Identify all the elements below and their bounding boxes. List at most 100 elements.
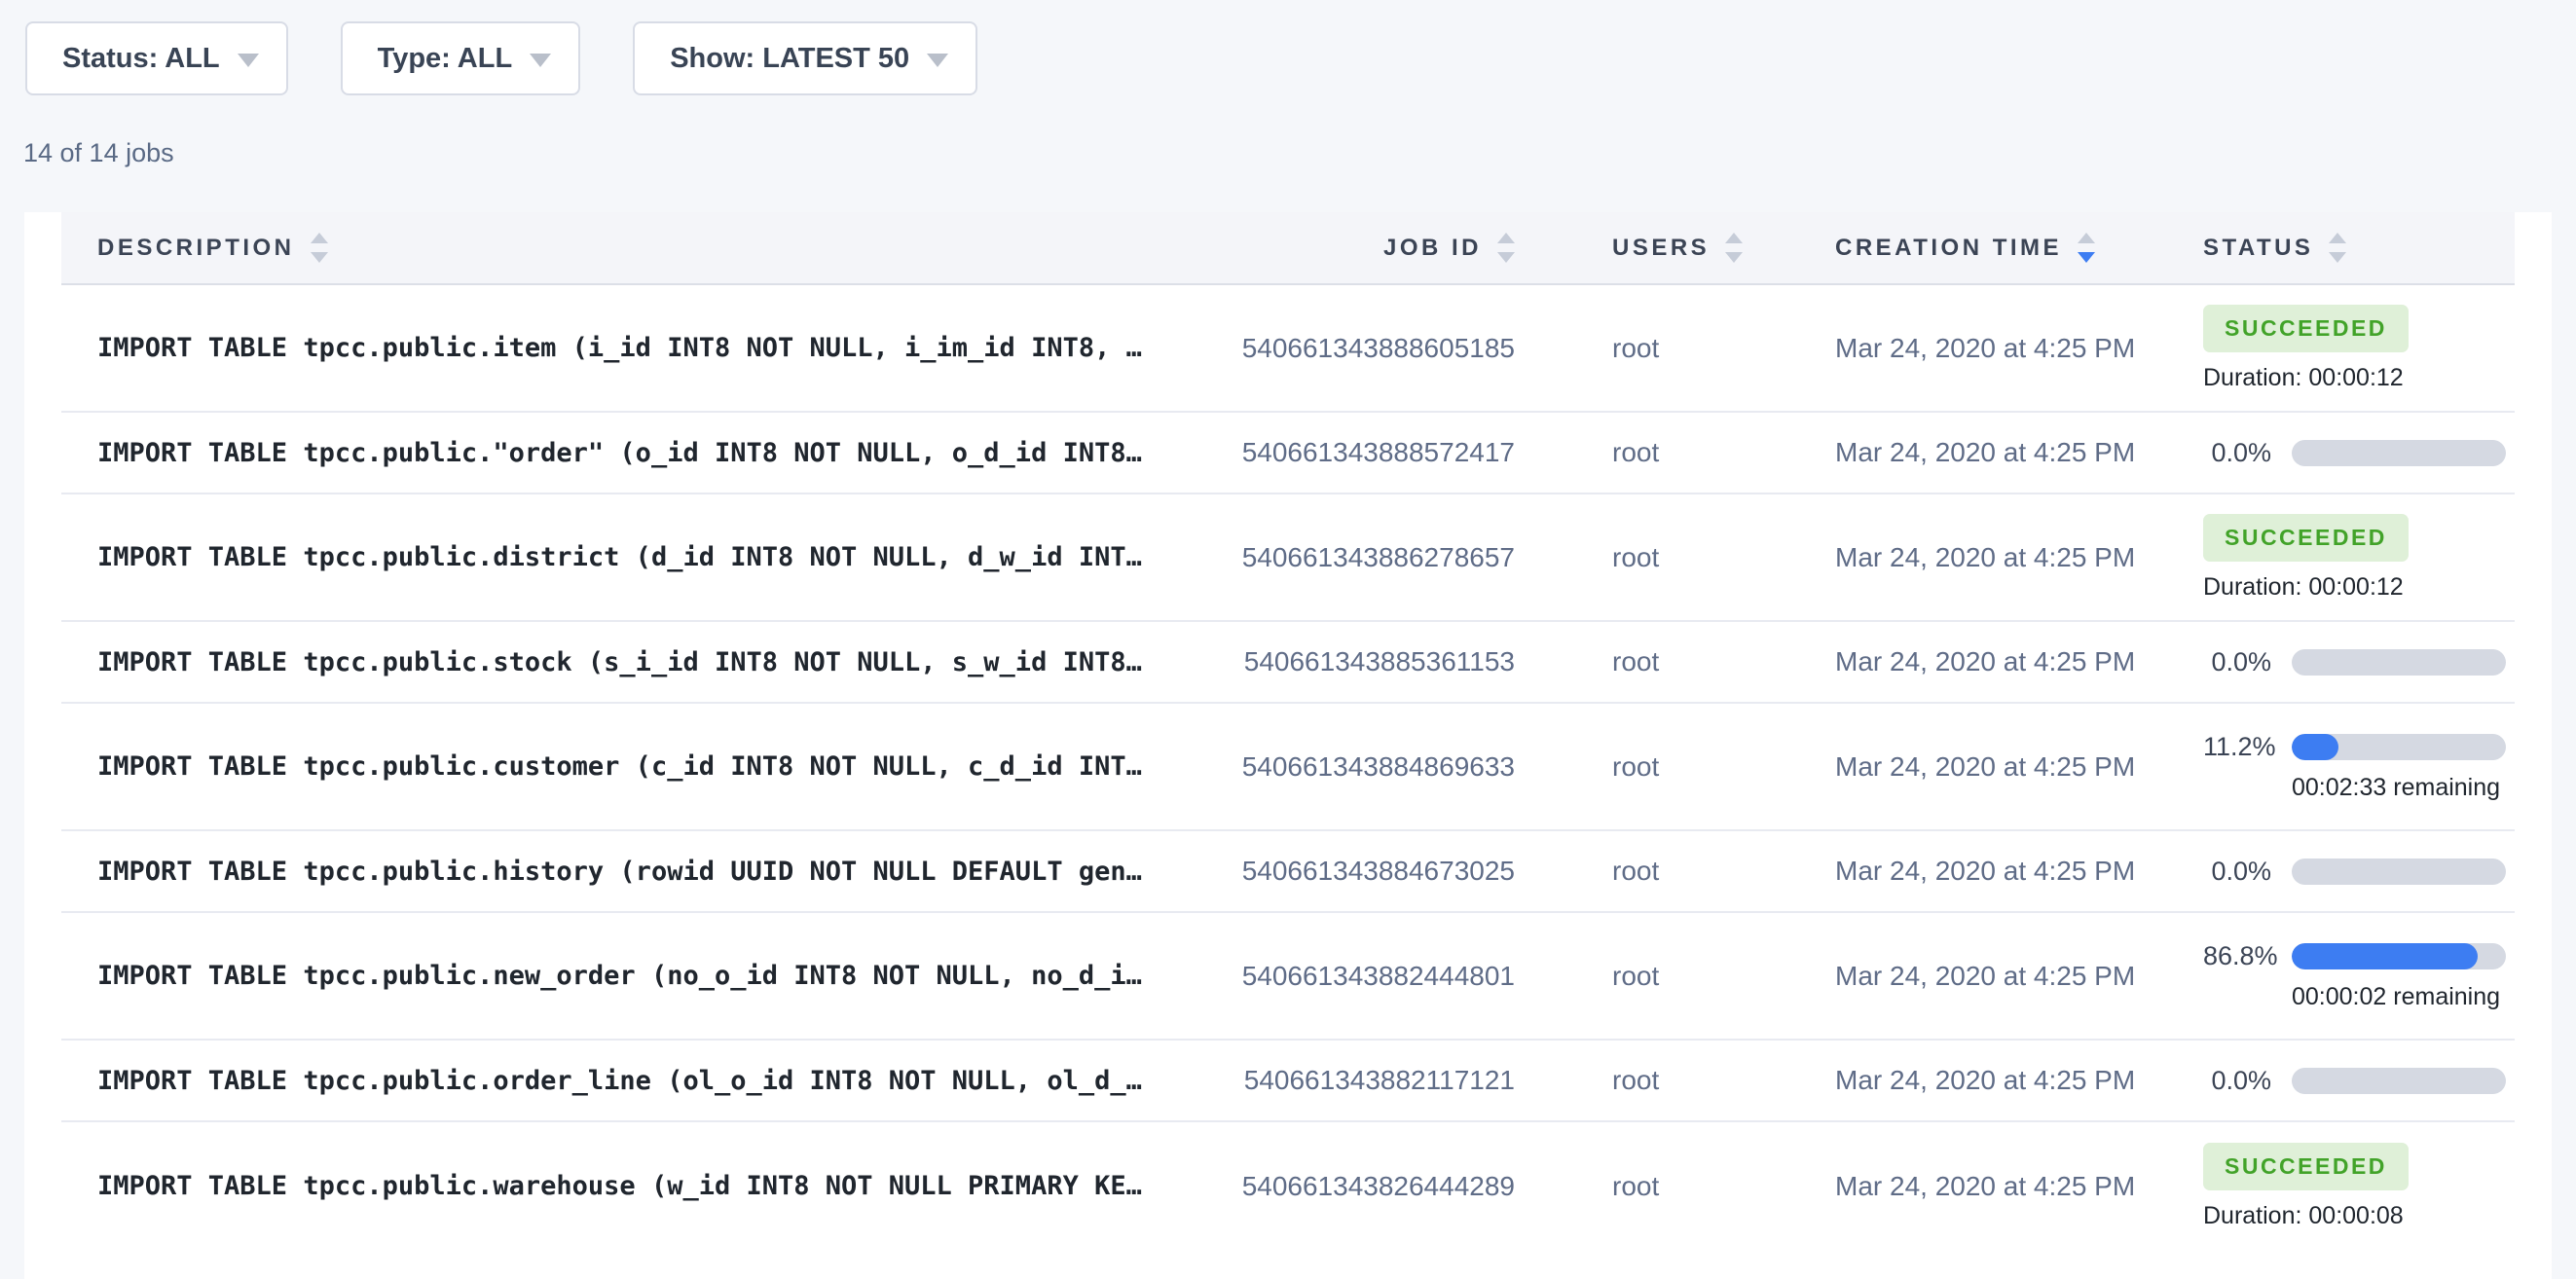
job-creation-time: Mar 24, 2020 at 4:25 PM bbox=[1775, 751, 2153, 783]
job-user: root bbox=[1515, 542, 1775, 573]
progress-bar bbox=[2292, 649, 2506, 676]
status-badge: SUCCEEDED bbox=[2203, 305, 2409, 352]
progress-bar-fill bbox=[2292, 943, 2478, 969]
job-creation-time: Mar 24, 2020 at 4:25 PM bbox=[1775, 333, 2153, 364]
sort-asc-icon bbox=[2329, 233, 2346, 243]
sort-asc-icon bbox=[1725, 233, 1743, 243]
progress-percent: 0.0% bbox=[2203, 1066, 2271, 1096]
filter-bar: Status: ALL Type: ALL Show: LATEST 50 bbox=[0, 0, 2576, 95]
progress-line: 0.0% bbox=[2203, 857, 2515, 887]
job-id: 540661343886278657 bbox=[1171, 542, 1515, 573]
job-status-cell: 0.0% bbox=[2153, 1066, 2515, 1096]
table-row: IMPORT TABLE tpcc.public.district (d_id … bbox=[61, 494, 2515, 622]
job-description: IMPORT TABLE tpcc.public.customer (c_id … bbox=[61, 751, 1171, 782]
column-header-description[interactable]: DESCRIPTION bbox=[61, 233, 1171, 263]
column-header-status[interactable]: STATUS bbox=[2153, 233, 2515, 263]
sort-icons bbox=[2078, 233, 2095, 263]
status-duration: Duration: 00:00:12 bbox=[2203, 364, 2515, 392]
job-description: IMPORT TABLE tpcc.public.history (rowid … bbox=[61, 857, 1171, 887]
status-filter-dropdown[interactable]: Status: ALL bbox=[25, 21, 288, 95]
job-description: IMPORT TABLE tpcc.public.item (i_id INT8… bbox=[61, 333, 1171, 363]
job-user: root bbox=[1515, 333, 1775, 364]
progress-bar bbox=[2292, 1068, 2506, 1094]
table-row: IMPORT TABLE tpcc.public.warehouse (w_id… bbox=[61, 1122, 2515, 1250]
column-header-users[interactable]: USERS bbox=[1515, 233, 1775, 263]
job-status-cell: 0.0% bbox=[2153, 857, 2515, 887]
job-user: root bbox=[1515, 1065, 1775, 1096]
progress-percent: 0.0% bbox=[2203, 647, 2271, 677]
status-duration: Duration: 00:00:08 bbox=[2203, 1202, 2515, 1230]
sort-icons bbox=[2329, 233, 2346, 263]
job-id: 540661343888572417 bbox=[1171, 437, 1515, 468]
jobs-table: DESCRIPTION JOB ID USERS bbox=[61, 212, 2515, 1250]
column-label: CREATION TIME bbox=[1835, 235, 2062, 262]
table-row: IMPORT TABLE tpcc.public.customer (c_id … bbox=[61, 704, 2515, 831]
status-filter-label: Status: ALL bbox=[62, 43, 220, 75]
job-status-cell: 0.0% bbox=[2153, 647, 2515, 677]
job-id: 540661343826444289 bbox=[1171, 1171, 1515, 1202]
column-header-job-id[interactable]: JOB ID bbox=[1171, 233, 1515, 263]
job-status-cell: SUCCEEDED Duration: 00:00:12 bbox=[2153, 305, 2515, 392]
time-remaining: 00:00:02 remaining bbox=[2292, 983, 2515, 1011]
progress-line: 0.0% bbox=[2203, 1066, 2515, 1096]
table-row: IMPORT TABLE tpcc.public.new_order (no_o… bbox=[61, 913, 2515, 1041]
table-row: IMPORT TABLE tpcc.public.history (rowid … bbox=[61, 831, 2515, 913]
type-filter-label: Type: ALL bbox=[378, 43, 513, 75]
column-label: USERS bbox=[1612, 235, 1710, 262]
job-status-cell: SUCCEEDEDDuration: 00:00:08 bbox=[2153, 1143, 2515, 1230]
column-label: JOB ID bbox=[1383, 235, 1482, 262]
table-body: IMPORT TABLE tpcc.public.item (i_id INT8… bbox=[61, 285, 2515, 1250]
sort-desc-icon bbox=[2329, 252, 2346, 263]
job-creation-time: Mar 24, 2020 at 4:25 PM bbox=[1775, 437, 2153, 468]
chevron-down-icon bbox=[238, 54, 259, 67]
job-creation-time: Mar 24, 2020 at 4:25 PM bbox=[1775, 542, 2153, 573]
column-header-creation-time[interactable]: CREATION TIME bbox=[1775, 233, 2153, 263]
status-duration: Duration: 00:00:12 bbox=[2203, 573, 2515, 602]
jobs-table-panel: DESCRIPTION JOB ID USERS bbox=[24, 212, 2552, 1279]
job-id: 540661343882117121 bbox=[1171, 1065, 1515, 1096]
progress-bar-fill bbox=[2292, 734, 2338, 760]
job-id: 540661343888605185 bbox=[1171, 333, 1515, 364]
job-creation-time: Mar 24, 2020 at 4:25 PM bbox=[1775, 1065, 2153, 1096]
job-id: 540661343884673025 bbox=[1171, 856, 1515, 887]
job-creation-time: Mar 24, 2020 at 4:25 PM bbox=[1775, 646, 2153, 677]
sort-desc-icon bbox=[1725, 252, 1743, 263]
progress-bar bbox=[2292, 440, 2506, 466]
show-filter-label: Show: LATEST 50 bbox=[670, 43, 909, 75]
table-row: IMPORT TABLE tpcc.public.stock (s_i_id I… bbox=[61, 622, 2515, 704]
job-id: 540661343884869633 bbox=[1171, 751, 1515, 783]
progress-line: 86.8% bbox=[2203, 941, 2515, 971]
jobs-count: 14 of 14 jobs bbox=[23, 138, 2576, 168]
show-filter-dropdown[interactable]: Show: LATEST 50 bbox=[633, 21, 977, 95]
job-user: root bbox=[1515, 751, 1775, 783]
chevron-down-icon bbox=[530, 54, 551, 67]
sort-icons bbox=[311, 233, 328, 263]
job-status-cell: 11.2% 00:02:33 remaining bbox=[2153, 732, 2515, 802]
progress-line: 11.2% bbox=[2203, 732, 2515, 762]
progress-percent: 0.0% bbox=[2203, 857, 2271, 887]
job-creation-time: Mar 24, 2020 at 4:25 PM bbox=[1775, 1171, 2153, 1202]
status-badge: SUCCEEDED bbox=[2203, 514, 2409, 562]
sort-desc-icon bbox=[311, 252, 328, 263]
sort-icons bbox=[1497, 233, 1515, 263]
progress-line: 0.0% bbox=[2203, 647, 2515, 677]
type-filter-dropdown[interactable]: Type: ALL bbox=[341, 21, 581, 95]
job-user: root bbox=[1515, 961, 1775, 992]
job-description: IMPORT TABLE tpcc.public.order_line (ol_… bbox=[61, 1066, 1171, 1096]
table-row: IMPORT TABLE tpcc.public.order_line (ol_… bbox=[61, 1041, 2515, 1122]
progress-percent: 86.8% bbox=[2203, 941, 2271, 971]
job-description: IMPORT TABLE tpcc.public.warehouse (w_id… bbox=[61, 1171, 1171, 1201]
progress-bar bbox=[2292, 943, 2506, 969]
job-user: root bbox=[1515, 1171, 1775, 1202]
table-row: IMPORT TABLE tpcc.public."order" (o_id I… bbox=[61, 413, 2515, 494]
sort-asc-icon bbox=[1497, 233, 1515, 243]
chevron-down-icon bbox=[927, 54, 948, 67]
table-header-row: DESCRIPTION JOB ID USERS bbox=[61, 212, 2515, 285]
job-status-cell: 86.8% 00:00:02 remaining bbox=[2153, 941, 2515, 1011]
table-row: IMPORT TABLE tpcc.public.item (i_id INT8… bbox=[61, 285, 2515, 413]
sort-desc-icon bbox=[1497, 252, 1515, 263]
time-remaining: 00:02:33 remaining bbox=[2292, 774, 2515, 802]
job-id: 540661343882444801 bbox=[1171, 961, 1515, 992]
job-status-cell: 0.0% bbox=[2153, 438, 2515, 468]
sort-asc-icon bbox=[311, 233, 328, 243]
